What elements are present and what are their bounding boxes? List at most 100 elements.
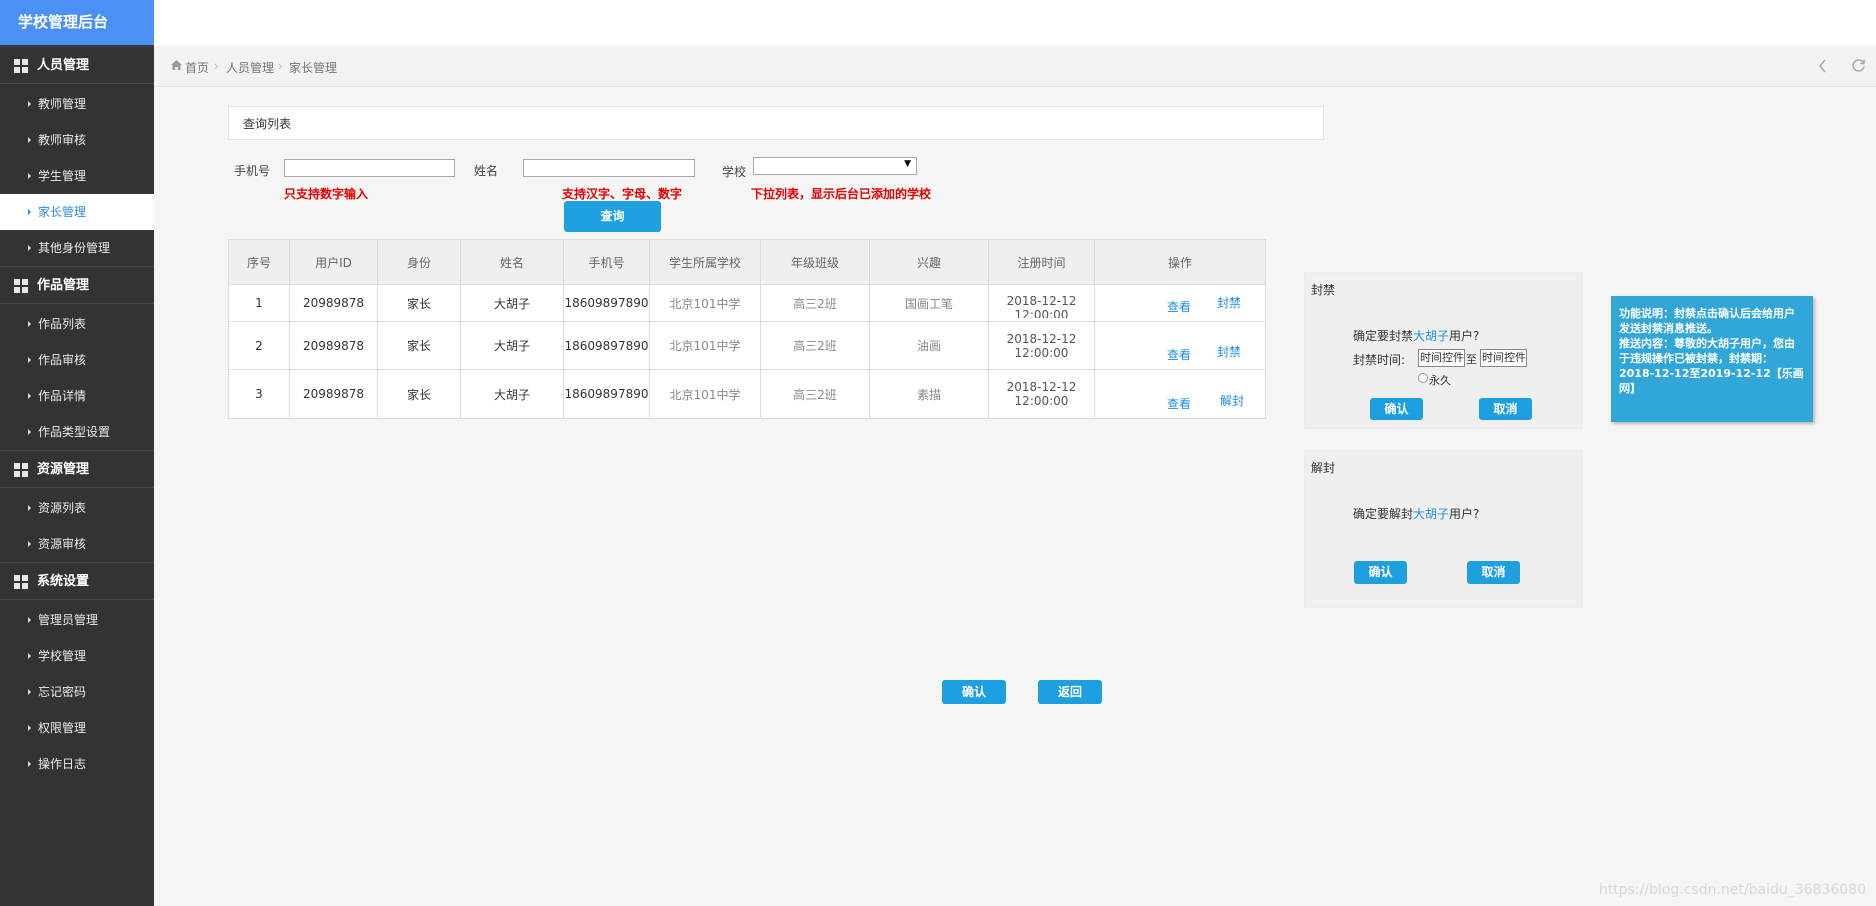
forever-radio[interactable] bbox=[1418, 373, 1428, 383]
ban-link[interactable]: 封禁 bbox=[1217, 294, 1241, 311]
cell-no: 2 bbox=[228, 321, 290, 370]
breadcrumb-separator: › bbox=[214, 59, 219, 73]
cell-registered: 2018-12-12 12:00:00 bbox=[988, 369, 1095, 419]
sidebar: 学校管理后台 人员管理 教师管理 教师审核 学生管理 家长管理 其他身份管理 作… bbox=[0, 0, 154, 906]
ban-confirm-button[interactable]: 确认 bbox=[1370, 398, 1423, 420]
cell-role: 家长 bbox=[377, 321, 461, 370]
ban-confirm-text: 确定要封禁大胡子用户? bbox=[1353, 327, 1479, 344]
confirm-suffix: 用户? bbox=[1449, 329, 1480, 343]
cell-hobby: 素描 bbox=[869, 369, 989, 419]
cell-no: 1 bbox=[228, 284, 290, 322]
sidebar-group-works[interactable]: 作品管理 bbox=[0, 266, 154, 304]
sidebar-item-resource-list[interactable]: 资源列表 bbox=[0, 490, 154, 526]
sidebar-item-permissions[interactable]: 权限管理 bbox=[0, 710, 154, 746]
unban-confirm-text: 确定要解封大胡子用户? bbox=[1353, 505, 1479, 522]
sidebar-item-schools[interactable]: 学校管理 bbox=[0, 638, 154, 674]
caret-right-icon bbox=[28, 617, 31, 623]
unban-cancel-button[interactable]: 取消 bbox=[1467, 561, 1520, 584]
sidebar-item-label: 资源列表 bbox=[38, 501, 87, 515]
sidebar-group-personnel[interactable]: 人员管理 bbox=[0, 46, 154, 84]
sidebar-item-label: 操作日志 bbox=[38, 757, 87, 771]
function-note: 功能说明：封禁点击确认后会给用户发送封禁消息推送。 推送内容：尊敬的大胡子用户，… bbox=[1611, 296, 1813, 422]
column-header: 身份 bbox=[377, 239, 461, 285]
school-label: 学校 bbox=[722, 165, 747, 179]
caret-right-icon bbox=[28, 393, 31, 399]
cell-school: 北京101中学 bbox=[649, 369, 761, 419]
app-title: 学校管理后台 bbox=[0, 0, 154, 45]
sidebar-item-label: 家长管理 bbox=[38, 205, 87, 219]
table-row: 3 20989878 家长 大胡子 18609897890 北京101中学 高三… bbox=[228, 369, 1266, 419]
caret-right-icon bbox=[28, 429, 31, 435]
cell-school: 北京101中学 bbox=[649, 321, 761, 370]
sidebar-item-parents[interactable]: 家长管理 bbox=[0, 194, 154, 230]
sidebar-item-resource-review[interactable]: 资源审核 bbox=[0, 526, 154, 562]
name-label: 姓名 bbox=[474, 164, 499, 178]
column-header: 学生所属学校 bbox=[649, 239, 761, 285]
cell-registered: 2018-12-12 12:00:00 bbox=[988, 284, 1095, 322]
caret-right-icon bbox=[28, 321, 31, 327]
sidebar-item-works-detail[interactable]: 作品详情 bbox=[0, 378, 154, 414]
sidebar-item-students[interactable]: 学生管理 bbox=[0, 158, 154, 194]
sidebar-item-label: 教师审核 bbox=[38, 133, 87, 147]
caret-right-icon bbox=[28, 761, 31, 767]
caret-right-icon bbox=[28, 245, 31, 251]
cell-role: 家长 bbox=[377, 284, 461, 322]
unban-dialog-title: 解封 bbox=[1311, 461, 1336, 475]
register-time: 12:00:00 bbox=[1014, 345, 1069, 360]
back-arrow-icon[interactable] bbox=[1818, 59, 1828, 73]
sidebar-group-settings[interactable]: 系统设置 bbox=[0, 562, 154, 600]
sidebar-item-other-identities[interactable]: 其他身份管理 bbox=[0, 230, 154, 266]
sidebar-item-teachers[interactable]: 教师管理 bbox=[0, 86, 154, 122]
sidebar-item-works-list[interactable]: 作品列表 bbox=[0, 306, 154, 342]
cell-uid: 20989878 bbox=[289, 321, 378, 370]
phone-input[interactable] bbox=[284, 159, 455, 177]
sidebar-item-works-review[interactable]: 作品审核 bbox=[0, 342, 154, 378]
column-header: 用户ID bbox=[289, 239, 378, 285]
unban-user-name: 大胡子 bbox=[1413, 507, 1450, 521]
school-select[interactable]: ▼ bbox=[753, 157, 917, 175]
cell-name: 大胡子 bbox=[460, 369, 564, 419]
cell-hobby: 油画 bbox=[869, 321, 989, 370]
sidebar-item-label: 忘记密码 bbox=[38, 685, 87, 699]
ban-dialog-title: 封禁 bbox=[1311, 283, 1336, 297]
caret-right-icon bbox=[28, 357, 31, 363]
ban-dialog: 封禁 确定要封禁大胡子用户? 封禁时间: 时间控件 至 时间控件 永久 确认 取… bbox=[1304, 272, 1583, 429]
sidebar-item-label: 学生管理 bbox=[38, 169, 87, 183]
refresh-icon[interactable] bbox=[1851, 58, 1866, 73]
caret-right-icon bbox=[28, 101, 31, 107]
sidebar-item-teacher-review[interactable]: 教师审核 bbox=[0, 122, 154, 158]
column-header: 年级班级 bbox=[760, 239, 870, 285]
sidebar-item-forgot-password[interactable]: 忘记密码 bbox=[0, 674, 154, 710]
page-back-button[interactable]: 返回 bbox=[1038, 680, 1102, 704]
sidebar-item-works-types[interactable]: 作品类型设置 bbox=[0, 414, 154, 450]
unban-link[interactable]: 解封 bbox=[1220, 392, 1244, 409]
view-link[interactable]: 查看 bbox=[1167, 395, 1191, 412]
sidebar-item-label: 其他身份管理 bbox=[38, 241, 111, 255]
ban-start-time-input[interactable]: 时间控件 bbox=[1418, 349, 1465, 367]
note-description: 功能说明：封禁点击确认后会给用户发送封禁消息推送。 bbox=[1619, 307, 1795, 335]
column-header: 序号 bbox=[228, 239, 290, 285]
cell-hobby: 国画工笔 bbox=[869, 284, 989, 322]
cell-phone: 18609897890 bbox=[563, 284, 650, 322]
search-button[interactable]: 查询 bbox=[564, 201, 661, 232]
sidebar-group-label: 系统设置 bbox=[37, 574, 90, 589]
breadcrumb: 首页 › 人员管理 › 家长管理 bbox=[154, 46, 1876, 87]
ban-link[interactable]: 封禁 bbox=[1217, 343, 1241, 360]
view-link[interactable]: 查看 bbox=[1167, 298, 1191, 315]
view-link[interactable]: 查看 bbox=[1167, 346, 1191, 363]
name-input[interactable] bbox=[523, 159, 695, 177]
breadcrumb-level1[interactable]: 人员管理 bbox=[226, 59, 274, 76]
parents-table: 序号 用户ID 身份 姓名 手机号 学生所属学校 年级班级 兴趣 注册时间 操作… bbox=[228, 239, 1266, 419]
cell-name: 大胡子 bbox=[460, 321, 564, 370]
unban-confirm-button[interactable]: 确认 bbox=[1354, 561, 1407, 584]
phone-hint: 只支持数字输入 bbox=[284, 187, 369, 201]
breadcrumb-home[interactable]: 首页 bbox=[185, 59, 209, 76]
ban-cancel-button[interactable]: 取消 bbox=[1479, 398, 1532, 420]
sidebar-item-logs[interactable]: 操作日志 bbox=[0, 746, 154, 782]
query-panel-title: 查询列表 bbox=[228, 106, 1324, 140]
sidebar-item-admins[interactable]: 管理员管理 bbox=[0, 602, 154, 638]
column-header: 操作 bbox=[1094, 239, 1266, 285]
page-confirm-button[interactable]: 确认 bbox=[942, 680, 1006, 704]
sidebar-group-resources[interactable]: 资源管理 bbox=[0, 450, 154, 488]
ban-end-time-input[interactable]: 时间控件 bbox=[1480, 349, 1527, 367]
